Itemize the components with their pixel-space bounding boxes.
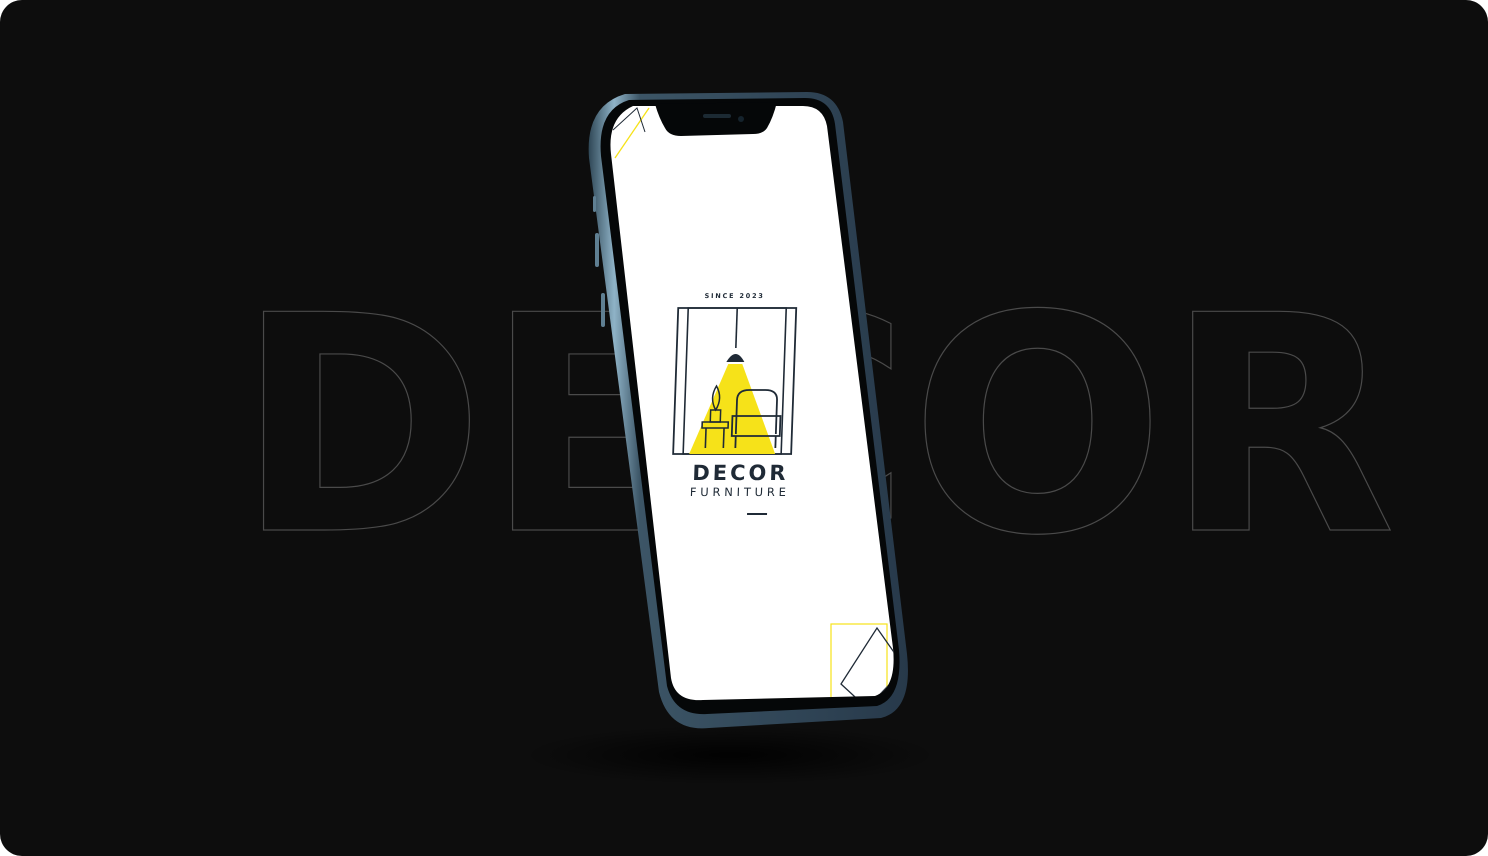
logo-tagline-text: FURNITURE (690, 485, 790, 499)
phone-notch (655, 102, 777, 136)
phone-side-button (593, 196, 596, 212)
logo-since-text: SINCE 2023 (704, 292, 764, 300)
logo-brand-text: DECOR (692, 461, 789, 485)
phone-illustration: SINCE 2023 DECOR FURNITURE (588, 92, 908, 729)
phone-mockup: SINCE 2023 DECOR FURNITURE (585, 88, 915, 738)
side-table-leg-icon (704, 428, 707, 448)
front-camera-icon (738, 116, 744, 122)
side-table-leg-icon (722, 428, 725, 448)
speaker-grille-icon (703, 114, 731, 118)
phone-side-button (595, 233, 599, 267)
phone-side-button (601, 293, 605, 327)
showcase-canvas: DECOR (0, 0, 1488, 856)
